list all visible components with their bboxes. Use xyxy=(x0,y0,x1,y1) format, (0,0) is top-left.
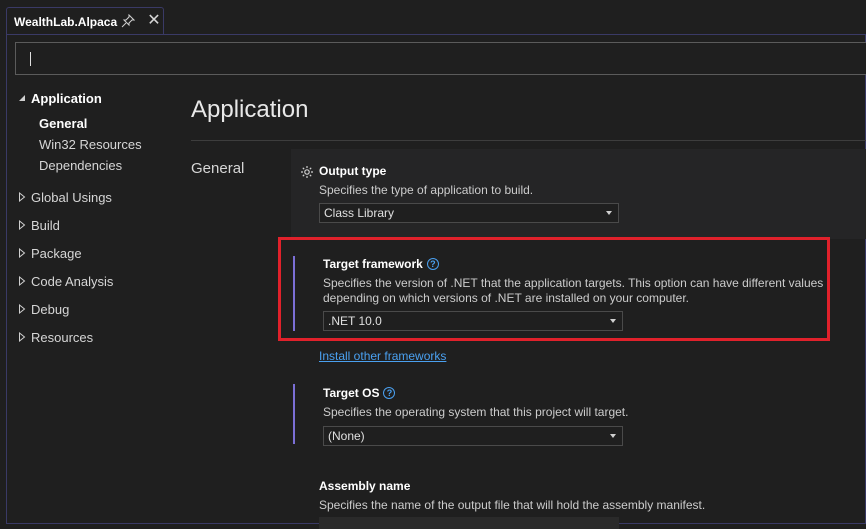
section-heading: General xyxy=(191,160,245,177)
nav-item-label: Global Usings xyxy=(31,189,112,205)
pin-icon[interactable] xyxy=(121,13,136,28)
nav-item-label: Code Analysis xyxy=(31,273,114,289)
collapsed-arrow-icon[interactable] xyxy=(18,332,26,342)
output-type-value: Class Library xyxy=(324,206,395,220)
document-tab[interactable]: WealthLab.Alpaca ✕ xyxy=(6,7,164,35)
expanded-arrow-icon[interactable] xyxy=(18,93,26,103)
assembly-name-description: Specifies the name of the output file th… xyxy=(319,498,706,512)
help-icon[interactable]: ? xyxy=(383,387,396,399)
nav-item-label: Debug xyxy=(31,301,70,317)
collapsed-arrow-icon[interactable] xyxy=(18,220,26,230)
gear-icon xyxy=(301,166,313,178)
modified-indicator-bar xyxy=(293,384,295,444)
assembly-name-title: Assembly name xyxy=(319,479,411,493)
highlight-rectangle xyxy=(278,237,830,341)
page-title: Application xyxy=(191,96,309,123)
document-tab-strip: WealthLab.Alpaca ✕ xyxy=(0,0,866,35)
target-os-title-text: Target OS xyxy=(323,386,380,400)
output-type-description: Specifies the type of application to bui… xyxy=(319,183,534,197)
chevron-down-icon xyxy=(606,211,612,215)
nav-item-label: Resources xyxy=(31,329,94,345)
output-type-title: Output type xyxy=(319,164,387,178)
target-os-value: (None) xyxy=(328,429,365,443)
nav-sub-label: General xyxy=(39,115,88,131)
nav-item-label: Build xyxy=(31,217,60,233)
chevron-down-icon xyxy=(610,434,616,438)
search-input[interactable] xyxy=(15,42,866,75)
document-tab-title: WealthLab.Alpaca xyxy=(14,14,118,29)
close-icon[interactable]: ✕ xyxy=(146,13,162,29)
title-divider xyxy=(191,140,866,141)
collapsed-arrow-icon[interactable] xyxy=(18,248,26,258)
nav-sub-label: Dependencies xyxy=(39,157,123,173)
text-caret xyxy=(30,52,31,66)
target-os-description: Specifies the operating system that this… xyxy=(323,405,629,419)
target-os-dropdown[interactable]: (None) xyxy=(323,426,623,446)
assembly-name-input[interactable] xyxy=(319,517,619,529)
nav-sub-label: Win32 Resources xyxy=(39,136,142,152)
nav-item-label: Application xyxy=(31,90,102,106)
output-type-dropdown[interactable]: Class Library xyxy=(319,203,619,223)
collapsed-arrow-icon[interactable] xyxy=(18,304,26,314)
install-other-frameworks-link[interactable]: Install other frameworks xyxy=(319,349,446,363)
collapsed-arrow-icon[interactable] xyxy=(18,276,26,286)
collapsed-arrow-icon[interactable] xyxy=(18,192,26,202)
nav-item-label: Package xyxy=(31,245,82,261)
target-os-title: Target OS? xyxy=(323,386,396,400)
